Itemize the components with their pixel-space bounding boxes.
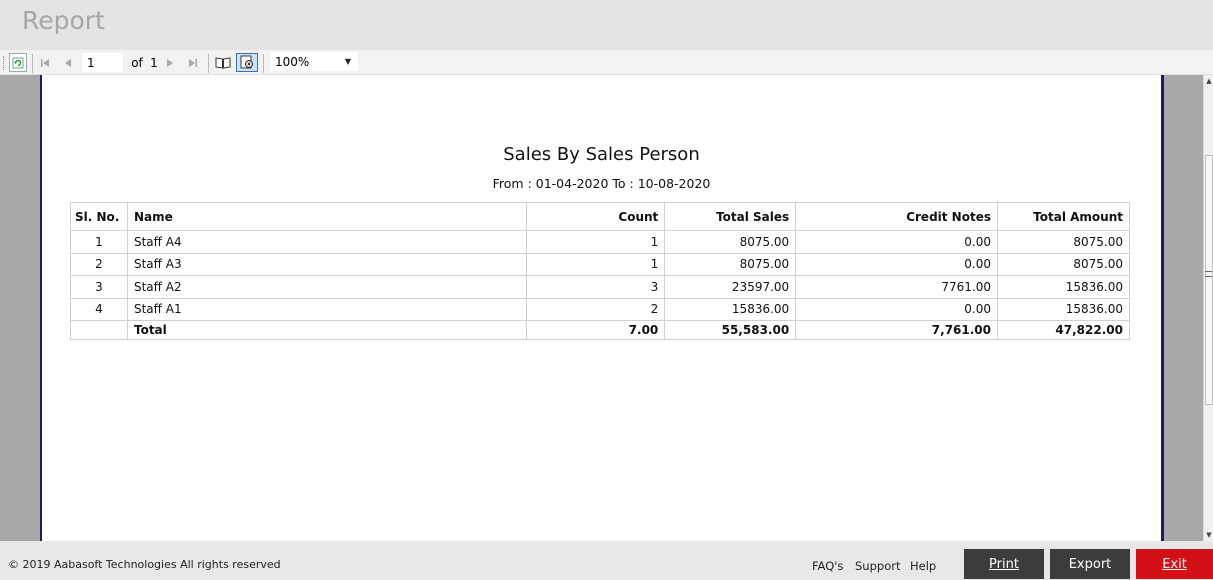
footer: © 2019 Aabasoft Technologies All rights …	[0, 541, 1213, 580]
copyright-text: © 2019 Aabasoft Technologies All rights …	[8, 558, 281, 571]
app-title: Report	[22, 6, 105, 35]
cell-count: 1	[526, 230, 666, 254]
report-viewer: Sales By Sales Person From : 01-04-2020 …	[0, 75, 1213, 541]
total-pages: 1	[150, 55, 158, 70]
column-header-sl-no: Sl. No.	[70, 202, 128, 231]
scroll-up-icon[interactable]: ▲	[1205, 77, 1213, 85]
cell-count: 1	[526, 252, 666, 276]
column-header-total-amount: Total Amount	[997, 202, 1130, 231]
report-title: Sales By Sales Person	[503, 144, 700, 165]
total-amount-sum: 47,822.00	[997, 320, 1130, 340]
page-setup-icon	[240, 55, 253, 69]
page-of-label: of	[131, 55, 143, 70]
sales-table: Sl. No. Name Count Total Sales Credit No…	[70, 202, 1130, 340]
cell-sl-no: 3	[70, 275, 128, 299]
cell-name: Staff A2	[126, 275, 528, 299]
column-header-total-sales: Total Sales	[664, 202, 797, 231]
table-row: 1 Staff A4 1 8075.00 0.00 8075.00	[70, 230, 1130, 254]
page-setup-button[interactable]	[236, 53, 258, 72]
cell-credit-notes: 7761.00	[795, 275, 998, 299]
cell-count: 3	[526, 275, 666, 299]
page-number-input[interactable]: 1	[82, 53, 123, 72]
zoom-value: 100%	[275, 54, 310, 69]
cell-credit-notes: 0.00	[795, 230, 998, 254]
support-link[interactable]: Support	[855, 559, 900, 573]
cell-total-sales: 8075.00	[664, 252, 797, 276]
export-button[interactable]: Export	[1050, 549, 1130, 579]
total-count: 7.00	[526, 320, 666, 340]
refresh-button[interactable]	[9, 53, 27, 72]
exit-button[interactable]: Exit	[1136, 549, 1213, 579]
help-link[interactable]: Help	[910, 559, 936, 573]
previous-page-icon	[65, 58, 71, 67]
first-page-button[interactable]	[37, 53, 53, 72]
table-header-row: Sl. No. Name Count Total Sales Credit No…	[70, 202, 1130, 231]
scrollbar-thumb[interactable]	[1205, 155, 1213, 405]
cell-sl-no: 1	[70, 230, 128, 254]
cell-total-amount: 8075.00	[997, 252, 1130, 276]
cell-total-sales: 23597.00	[664, 275, 797, 299]
previous-page-button[interactable]	[60, 53, 76, 72]
vertical-scrollbar[interactable]: ▲ ▼	[1203, 75, 1213, 541]
faq-link[interactable]: FAQ's	[812, 559, 843, 573]
column-header-count: Count	[526, 202, 666, 231]
refresh-icon	[12, 57, 24, 68]
scroll-down-icon[interactable]: ▼	[1205, 531, 1213, 539]
table-row: 3 Staff A2 3 23597.00 7761.00 15836.00	[70, 275, 1130, 299]
page-number-value: 1	[87, 55, 95, 70]
exit-button-label: Exit	[1162, 556, 1187, 572]
export-button-label: Export	[1068, 556, 1112, 572]
next-page-icon	[167, 58, 173, 67]
cell-total-amount: 15836.00	[997, 275, 1130, 299]
cell-sl-no-empty	[70, 320, 128, 340]
print-button-label: Print	[989, 556, 1019, 572]
column-header-credit-notes: Credit Notes	[795, 202, 998, 231]
cell-name: Staff A1	[126, 297, 528, 321]
table-total-row: Total 7.00 55,583.00 7,761.00 47,822.00	[70, 320, 1130, 340]
chevron-down-icon: ▼	[344, 57, 351, 66]
cell-total-sales: 8075.00	[664, 230, 797, 254]
cell-total-amount: 15836.00	[997, 297, 1130, 321]
last-page-icon	[189, 58, 197, 67]
cell-count: 2	[526, 297, 666, 321]
toolbar-grip[interactable]	[2, 53, 6, 72]
report-page: Sales By Sales Person From : 01-04-2020 …	[40, 75, 1164, 541]
total-sales-sum: 55,583.00	[664, 320, 797, 340]
total-label: Total	[126, 320, 528, 340]
cell-credit-notes: 0.00	[795, 252, 998, 276]
report-toolbar: 1 of 1 100% ▼	[0, 50, 1213, 75]
zoom-select[interactable]: 100% ▼	[270, 52, 358, 71]
print-button[interactable]: Print	[964, 549, 1044, 579]
cell-name: Staff A3	[126, 252, 528, 276]
cell-total-amount: 8075.00	[997, 230, 1130, 254]
report-date-range: From : 01-04-2020 To : 10-08-2020	[492, 176, 711, 191]
print-layout-button[interactable]	[214, 53, 232, 72]
cell-total-sales: 15836.00	[664, 297, 797, 321]
cell-sl-no: 2	[70, 252, 128, 276]
column-header-name: Name	[126, 202, 528, 231]
cell-sl-no: 4	[70, 297, 128, 321]
toolbar-separator	[32, 54, 33, 73]
cell-credit-notes: 0.00	[795, 297, 998, 321]
first-page-icon	[41, 58, 49, 67]
book-icon	[215, 57, 231, 69]
scrollbar-grip-icon	[1205, 271, 1212, 277]
cell-name: Staff A4	[126, 230, 528, 254]
table-row: 2 Staff A3 1 8075.00 0.00 8075.00	[70, 252, 1130, 276]
title-bar: Report	[0, 0, 1213, 50]
next-page-button[interactable]	[162, 53, 178, 72]
toolbar-separator	[208, 54, 209, 73]
table-row: 4 Staff A1 2 15836.00 0.00 15836.00	[70, 297, 1130, 321]
total-credit-notes-sum: 7,761.00	[795, 320, 998, 340]
last-page-button[interactable]	[185, 53, 201, 72]
toolbar-separator	[263, 54, 264, 73]
